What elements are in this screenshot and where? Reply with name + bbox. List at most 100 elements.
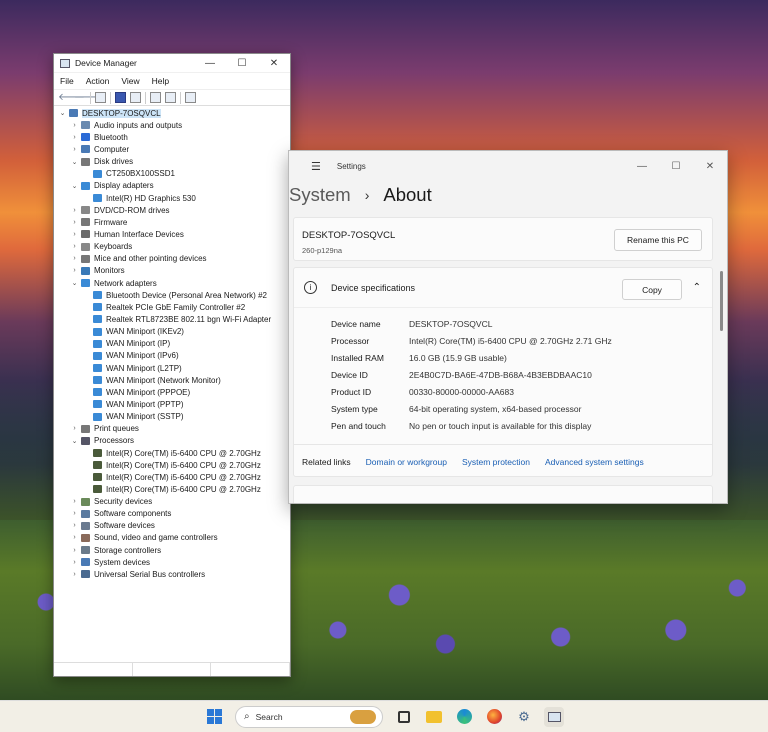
chevron-right-icon[interactable]: ›	[70, 243, 79, 250]
tree-device[interactable]: Intel(R) Core(TM) i5-6400 CPU @ 2.70GHz	[54, 483, 290, 495]
breadcrumb-parent[interactable]: System	[289, 184, 351, 206]
start-button[interactable]	[204, 707, 224, 727]
tree-device[interactable]: Intel(R) Core(TM) i5-6400 CPU @ 2.70GHz	[54, 471, 290, 483]
update-driver-icon[interactable]	[150, 92, 161, 103]
chevron-down-icon[interactable]: ⌄	[58, 109, 67, 117]
device-specifications-header[interactable]: i Device specifications Copy ⌃	[294, 268, 712, 308]
tree-device[interactable]: Realtek RTL8723BE 802.11 bgn Wi-Fi Adapt…	[54, 313, 290, 325]
search-box[interactable]: ⌕ Search	[235, 705, 383, 728]
tree-category[interactable]: › Storage controllers	[54, 544, 290, 556]
chevron-right-icon[interactable]: ›	[70, 219, 79, 226]
monitor-icon[interactable]	[185, 92, 196, 103]
chevron-right-icon[interactable]: ›	[70, 498, 79, 505]
chevron-down-icon[interactable]: ⌄	[70, 437, 79, 445]
tree-category[interactable]: › Audio inputs and outputs	[54, 119, 290, 131]
tree-device[interactable]: Bluetooth Device (Personal Area Network)…	[54, 289, 290, 301]
settings-titlebar[interactable]: ☰ Settings — ☐ ✕	[289, 151, 727, 181]
scrollbar[interactable]	[720, 271, 723, 331]
tree-device[interactable]: CT250BX100SSD1	[54, 168, 290, 180]
minimize-icon[interactable]: —	[625, 161, 659, 172]
settings-gear-icon[interactable]: ⚙	[514, 707, 534, 727]
chevron-right-icon[interactable]: ›	[70, 522, 79, 529]
close-icon[interactable]: ✕	[258, 58, 290, 69]
menu-item-view[interactable]: View	[121, 76, 139, 86]
hamburger-menu-icon[interactable]: ☰	[311, 160, 321, 173]
details-icon[interactable]	[130, 92, 141, 103]
tree-category[interactable]: › Bluetooth	[54, 131, 290, 143]
chevron-right-icon[interactable]: ›	[70, 559, 79, 566]
tree-device[interactable]: Intel(R) HD Graphics 530	[54, 192, 290, 204]
chevron-right-icon[interactable]: ›	[70, 510, 79, 517]
chevron-right-icon[interactable]: ›	[70, 134, 79, 141]
tree-root[interactable]: ⌄ DESKTOP-7OSQVCL	[54, 107, 290, 119]
tree-device[interactable]: WAN Miniport (Network Monitor)	[54, 374, 290, 386]
tree-category[interactable]: › Monitors	[54, 265, 290, 277]
tree-category[interactable]: › Print queues	[54, 423, 290, 435]
back-arrow-icon[interactable]: 🡐	[58, 92, 85, 103]
properties-icon[interactable]	[95, 92, 106, 103]
chevron-right-icon[interactable]: ›	[70, 207, 79, 214]
tree-category[interactable]: ⌄ Display adapters	[54, 180, 290, 192]
forward-arrow-icon[interactable]: 🡒	[74, 92, 101, 103]
tree-device[interactable]: WAN Miniport (PPPOE)	[54, 386, 290, 398]
file-explorer-icon[interactable]	[424, 707, 444, 727]
tree-category[interactable]: › Security devices	[54, 496, 290, 508]
tree-category[interactable]: ⌄ Processors	[54, 435, 290, 447]
help-icon[interactable]	[115, 92, 126, 103]
chevron-right-icon[interactable]: ›	[70, 122, 79, 129]
firefox-icon[interactable]	[484, 707, 504, 727]
device-manager-window[interactable]: Device Manager — ☐ ✕ File Action View Help …	[53, 53, 291, 677]
tree-category[interactable]: › Sound, video and game controllers	[54, 532, 290, 544]
tree-category[interactable]: › Software components	[54, 508, 290, 520]
chevron-right-icon[interactable]: ›	[70, 571, 79, 578]
tree-category[interactable]: › DVD/CD-ROM drives	[54, 204, 290, 216]
tree-device[interactable]: WAN Miniport (PPTP)	[54, 398, 290, 410]
tree-device[interactable]: WAN Miniport (IPv6)	[54, 350, 290, 362]
related-link[interactable]: System protection	[462, 457, 530, 467]
related-link[interactable]: Advanced system settings	[545, 457, 644, 467]
tree-device[interactable]: WAN Miniport (IKEv2)	[54, 326, 290, 338]
chevron-down-icon[interactable]: ⌄	[70, 279, 79, 287]
maximize-icon[interactable]: ☐	[659, 161, 693, 172]
tree-category[interactable]: › Universal Serial Bus controllers	[54, 568, 290, 580]
tree-device[interactable]: WAN Miniport (IP)	[54, 338, 290, 350]
settings-window[interactable]: ☰ Settings — ☐ ✕ System › About DESKTOP-…	[288, 150, 728, 504]
tree-category[interactable]: › System devices	[54, 556, 290, 568]
tree-category[interactable]: › Firmware	[54, 216, 290, 228]
chevron-right-icon[interactable]: ›	[70, 547, 79, 554]
tree-category[interactable]: ⌄ Disk drives	[54, 156, 290, 168]
tree-device[interactable]: WAN Miniport (L2TP)	[54, 362, 290, 374]
device-tree[interactable]: ⌄ DESKTOP-7OSQVCL › Audio inputs and outp…	[54, 106, 290, 580]
device-manager-titlebar[interactable]: Device Manager — ☐ ✕	[54, 54, 290, 73]
tree-device[interactable]: Intel(R) Core(TM) i5-6400 CPU @ 2.70GHz	[54, 447, 290, 459]
chevron-down-icon[interactable]: ⌄	[70, 158, 79, 166]
tree-category[interactable]: › Computer	[54, 143, 290, 155]
tree-category[interactable]: › Human Interface Devices	[54, 228, 290, 240]
chevron-right-icon[interactable]: ›	[70, 425, 79, 432]
copy-button[interactable]: Copy	[622, 279, 682, 300]
maximize-icon[interactable]: ☐	[226, 58, 258, 69]
tree-device[interactable]: WAN Miniport (SSTP)	[54, 411, 290, 423]
chevron-down-icon[interactable]: ⌄	[70, 182, 79, 190]
chevron-right-icon[interactable]: ›	[70, 146, 79, 153]
tree-device[interactable]: Realtek PCIe GbE Family Controller #2	[54, 301, 290, 313]
tree-device[interactable]: Intel(R) Core(TM) i5-6400 CPU @ 2.70GHz	[54, 459, 290, 471]
minimize-icon[interactable]: —	[194, 58, 226, 69]
menu-item-action[interactable]: Action	[86, 76, 110, 86]
chevron-right-icon[interactable]: ›	[70, 267, 79, 274]
device-manager-taskbar-icon[interactable]	[544, 706, 564, 727]
menu-item-help[interactable]: Help	[152, 76, 169, 86]
tree-category[interactable]: › Mice and other pointing devices	[54, 253, 290, 265]
menu-item-file[interactable]: File	[60, 76, 74, 86]
edge-icon[interactable]	[454, 707, 474, 727]
chevron-right-icon[interactable]: ›	[70, 534, 79, 541]
tree-category[interactable]: ⌄ Network adapters	[54, 277, 290, 289]
tree-category[interactable]: › Software devices	[54, 520, 290, 532]
rename-pc-button[interactable]: Rename this PC	[614, 229, 702, 251]
task-view-icon[interactable]	[394, 707, 414, 727]
chevron-right-icon[interactable]: ›	[70, 231, 79, 238]
related-link[interactable]: Domain or workgroup	[366, 457, 447, 467]
chevron-up-icon[interactable]: ⌃	[693, 282, 701, 293]
tree-category[interactable]: › Keyboards	[54, 241, 290, 253]
close-icon[interactable]: ✕	[693, 161, 727, 172]
